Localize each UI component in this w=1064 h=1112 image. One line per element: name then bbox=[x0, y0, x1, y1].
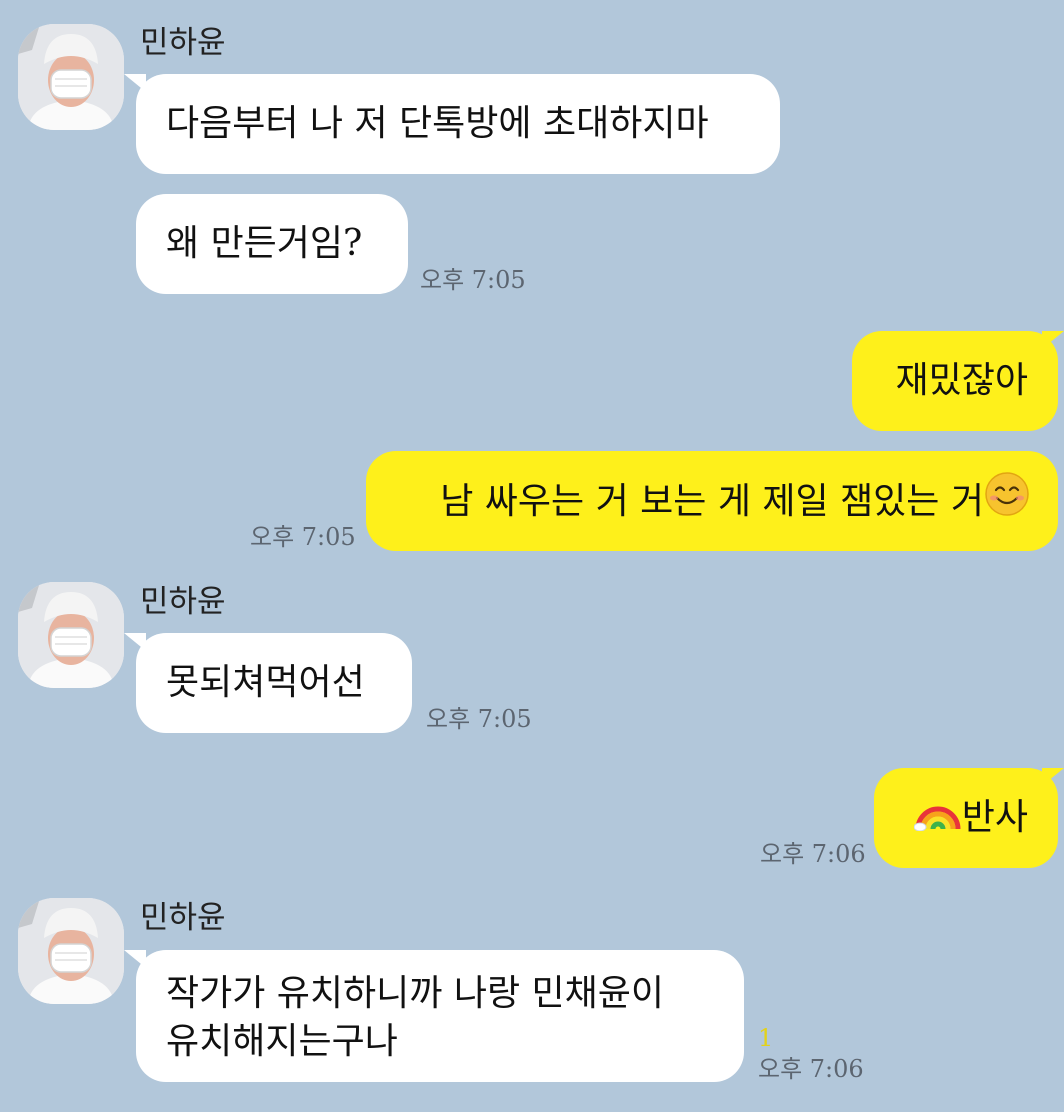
unread-count: 1 bbox=[758, 1024, 774, 1052]
rainbow-icon bbox=[913, 796, 962, 844]
message-text: 재밌잖아 bbox=[895, 360, 1028, 401]
sender-name: 민하윤 bbox=[140, 584, 226, 620]
message-text: 작가가 유치하니까 나랑 민채윤이 bbox=[166, 973, 665, 1014]
message-time: 오후 7:06 bbox=[760, 840, 866, 868]
message-bubble[interactable]: 왜 만든거임? bbox=[136, 194, 408, 294]
message-text: 왜 만든거임? bbox=[166, 223, 363, 264]
message-bubble[interactable]: 재밌잖아 bbox=[852, 331, 1058, 431]
avatar[interactable] bbox=[18, 582, 124, 688]
avatar[interactable] bbox=[18, 898, 124, 1004]
message-time: 오후 7:05 bbox=[250, 523, 356, 551]
message-text: 유치해지는구나 bbox=[166, 1021, 398, 1062]
message-time: 오후 7:05 bbox=[420, 266, 526, 294]
message-time: 오후 7:05 bbox=[426, 705, 532, 733]
message-time: 오후 7:06 bbox=[758, 1055, 864, 1083]
message-text: 다음부터 나 저 단톡방에 초대하지마 bbox=[166, 103, 709, 144]
bubble-tail bbox=[1042, 768, 1064, 786]
avatar[interactable] bbox=[18, 24, 124, 130]
sender-name: 민하윤 bbox=[140, 900, 226, 936]
bubble-tail bbox=[1042, 331, 1064, 349]
message-text: 남 싸우는 거 보는 게 제일 잼있는 거 bbox=[440, 480, 984, 522]
message-text: 반사 bbox=[961, 797, 1028, 838]
sender-name: 민하윤 bbox=[140, 25, 226, 61]
message-text: 못되쳐먹어선 bbox=[166, 662, 365, 703]
message-bubble[interactable]: 반사 bbox=[874, 768, 1058, 868]
message-bubble[interactable]: 작가가 유치하니까 나랑 민채윤이 유치해지는구나 bbox=[136, 950, 744, 1082]
message-bubble[interactable]: 남 싸우는 거 보는 게 제일 잼있는 거 bbox=[366, 451, 1058, 551]
message-bubble[interactable]: 다음부터 나 저 단톡방에 초대하지마 bbox=[136, 74, 780, 174]
message-bubble[interactable]: 못되쳐먹어선 bbox=[136, 633, 412, 733]
smiling-face-icon bbox=[984, 472, 1030, 530]
